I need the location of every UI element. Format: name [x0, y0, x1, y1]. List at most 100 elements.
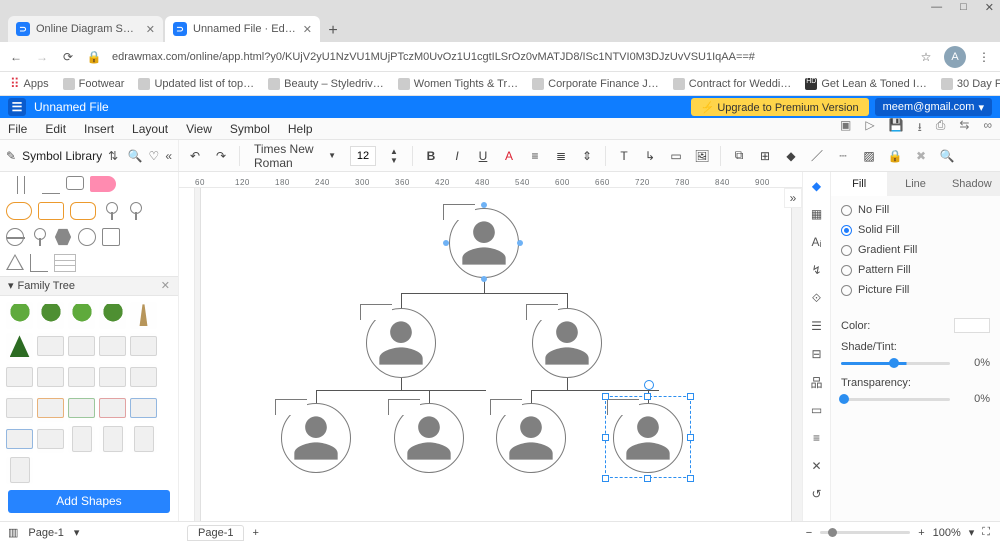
- kebab-icon[interactable]: ⋮: [976, 50, 992, 64]
- add-shapes-button[interactable]: Add Shapes: [8, 490, 170, 513]
- play-icon[interactable]: ▷: [865, 118, 874, 139]
- rounded-rect-shape[interactable]: [70, 202, 96, 220]
- person-card-shape[interactable]: [130, 333, 157, 360]
- pin-shape[interactable]: [30, 228, 48, 246]
- brace-shape[interactable]: [24, 176, 36, 194]
- menu-edit[interactable]: Edit: [45, 122, 66, 136]
- tree-rail-icon[interactable]: 品: [809, 374, 825, 390]
- menu-help[interactable]: Help: [288, 122, 313, 136]
- bookmark-item[interactable]: 30 Day Fitness Chal…: [941, 78, 1000, 90]
- person-card-shape[interactable]: [37, 333, 64, 360]
- person-card-shape[interactable]: [68, 426, 95, 453]
- bookmark-item[interactable]: Footwear: [63, 78, 125, 90]
- zoom-out-icon[interactable]: −: [806, 527, 812, 539]
- resize-handle[interactable]: [644, 393, 651, 400]
- italic-icon[interactable]: I: [449, 149, 465, 163]
- toolbar-search-icon[interactable]: 🔍: [939, 149, 955, 163]
- fill-option-gradient[interactable]: Gradient Fill: [841, 244, 990, 256]
- tab-line[interactable]: Line: [887, 172, 943, 196]
- menu-insert[interactable]: Insert: [84, 122, 114, 136]
- account-menu[interactable]: meem@gmail.com▾: [875, 98, 992, 116]
- spacing-icon[interactable]: ⇕: [579, 149, 595, 163]
- menu-symbol[interactable]: Symbol: [230, 122, 270, 136]
- link-icon[interactable]: ∞: [983, 118, 992, 139]
- section-family-tree[interactable]: ▾ Family Tree ✕: [0, 276, 178, 296]
- connector[interactable]: [401, 293, 567, 294]
- person-node[interactable]: [532, 308, 602, 378]
- font-size-input[interactable]: [350, 146, 376, 166]
- dash-icon[interactable]: ┈: [835, 149, 851, 163]
- max-icon[interactable]: □: [960, 1, 967, 13]
- person-card-shape[interactable]: [37, 426, 64, 453]
- font-select[interactable]: Times New Roman▼: [250, 142, 340, 170]
- collapse-left-icon[interactable]: «: [165, 149, 172, 163]
- connector[interactable]: [316, 390, 317, 404]
- tree-shape[interactable]: [68, 302, 95, 329]
- zoom-value[interactable]: 100%: [933, 527, 961, 539]
- person-card-shape[interactable]: [99, 333, 126, 360]
- connector[interactable]: [316, 390, 486, 391]
- shape-rect-icon[interactable]: ▭: [668, 149, 684, 163]
- rounded-rect-shape[interactable]: [38, 202, 64, 220]
- bookmark-item[interactable]: Corporate Finance J…: [532, 78, 659, 90]
- image-rail-icon[interactable]: ▦: [809, 206, 825, 222]
- tree-shape[interactable]: [130, 302, 157, 329]
- align-v-icon[interactable]: ≣: [553, 149, 569, 163]
- person-card-shape[interactable]: [68, 364, 95, 391]
- person-node[interactable]: [281, 403, 351, 473]
- person-card-shape[interactable]: [6, 426, 33, 453]
- star-icon[interactable]: ☆: [918, 50, 934, 64]
- color-swatch[interactable]: [954, 318, 990, 333]
- size-stepper-icon[interactable]: ▲▼: [386, 147, 402, 165]
- menu-view[interactable]: View: [186, 122, 212, 136]
- page-tab[interactable]: Page-1: [187, 525, 244, 541]
- pin-shape[interactable]: [126, 202, 144, 220]
- browser-tab[interactable]: ⊃ Online Diagram Software · Edra… ✕: [8, 16, 163, 42]
- shade-slider[interactable]: [841, 357, 950, 369]
- text-color-icon[interactable]: A: [501, 149, 517, 163]
- connector[interactable]: [567, 378, 568, 390]
- edit-icon[interactable]: ▨: [861, 149, 877, 163]
- fill-option-nofill[interactable]: No Fill: [841, 204, 990, 216]
- text-box-icon[interactable]: T: [616, 149, 632, 163]
- history-rail-icon[interactable]: ↺: [809, 486, 825, 502]
- sort-icon[interactable]: ⇅: [108, 149, 118, 163]
- pages-icon[interactable]: ▥: [8, 526, 18, 539]
- person-card-shape[interactable]: [6, 395, 33, 422]
- resize-handle[interactable]: [602, 393, 609, 400]
- tab-shadow[interactable]: Shadow: [944, 172, 1000, 196]
- group-icon[interactable]: ⧉: [731, 148, 747, 163]
- fill-bucket-icon[interactable]: ◆: [783, 149, 799, 163]
- app-logo-icon[interactable]: ☰: [8, 98, 26, 116]
- bold-icon[interactable]: B: [423, 149, 439, 163]
- new-tab-button[interactable]: +: [322, 20, 344, 42]
- connector[interactable]: [401, 378, 402, 390]
- align-icon[interactable]: ⊞: [757, 149, 773, 163]
- person-card-shape[interactable]: [68, 395, 95, 422]
- url-text[interactable]: edrawmax.com/online/app.html?y0/KUjV2yU1…: [112, 51, 908, 63]
- connector-icon[interactable]: ↳: [642, 149, 658, 163]
- right-angle-shape[interactable]: [30, 254, 48, 272]
- ellipse-shape[interactable]: [78, 228, 96, 246]
- collapse-right-icon[interactable]: »: [784, 188, 802, 208]
- fill-rail-icon[interactable]: ◆: [809, 178, 825, 194]
- align-rail-icon[interactable]: ≡: [809, 430, 825, 446]
- search-icon[interactable]: 🔍: [128, 149, 143, 163]
- person-card-shape[interactable]: [130, 426, 157, 453]
- resize-handle[interactable]: [602, 434, 609, 441]
- resize-handle[interactable]: [687, 393, 694, 400]
- tab-fill[interactable]: Fill: [831, 172, 887, 196]
- person-card-shape[interactable]: [68, 333, 95, 360]
- line-style-icon[interactable]: ／: [809, 147, 825, 164]
- profile-avatar[interactable]: A: [944, 46, 966, 68]
- section-close-icon[interactable]: ✕: [161, 279, 170, 292]
- tab-close-icon[interactable]: ✕: [146, 23, 155, 36]
- person-node[interactable]: [496, 403, 566, 473]
- bookmark-apps[interactable]: ⠿Apps: [10, 76, 49, 92]
- canvas[interactable]: »: [195, 188, 802, 521]
- person-card-shape[interactable]: [99, 395, 126, 422]
- layers-rail-icon[interactable]: ☰: [809, 318, 825, 334]
- person-node[interactable]: [449, 208, 519, 278]
- note-shape[interactable]: [42, 176, 60, 194]
- label-shape[interactable]: [66, 176, 84, 190]
